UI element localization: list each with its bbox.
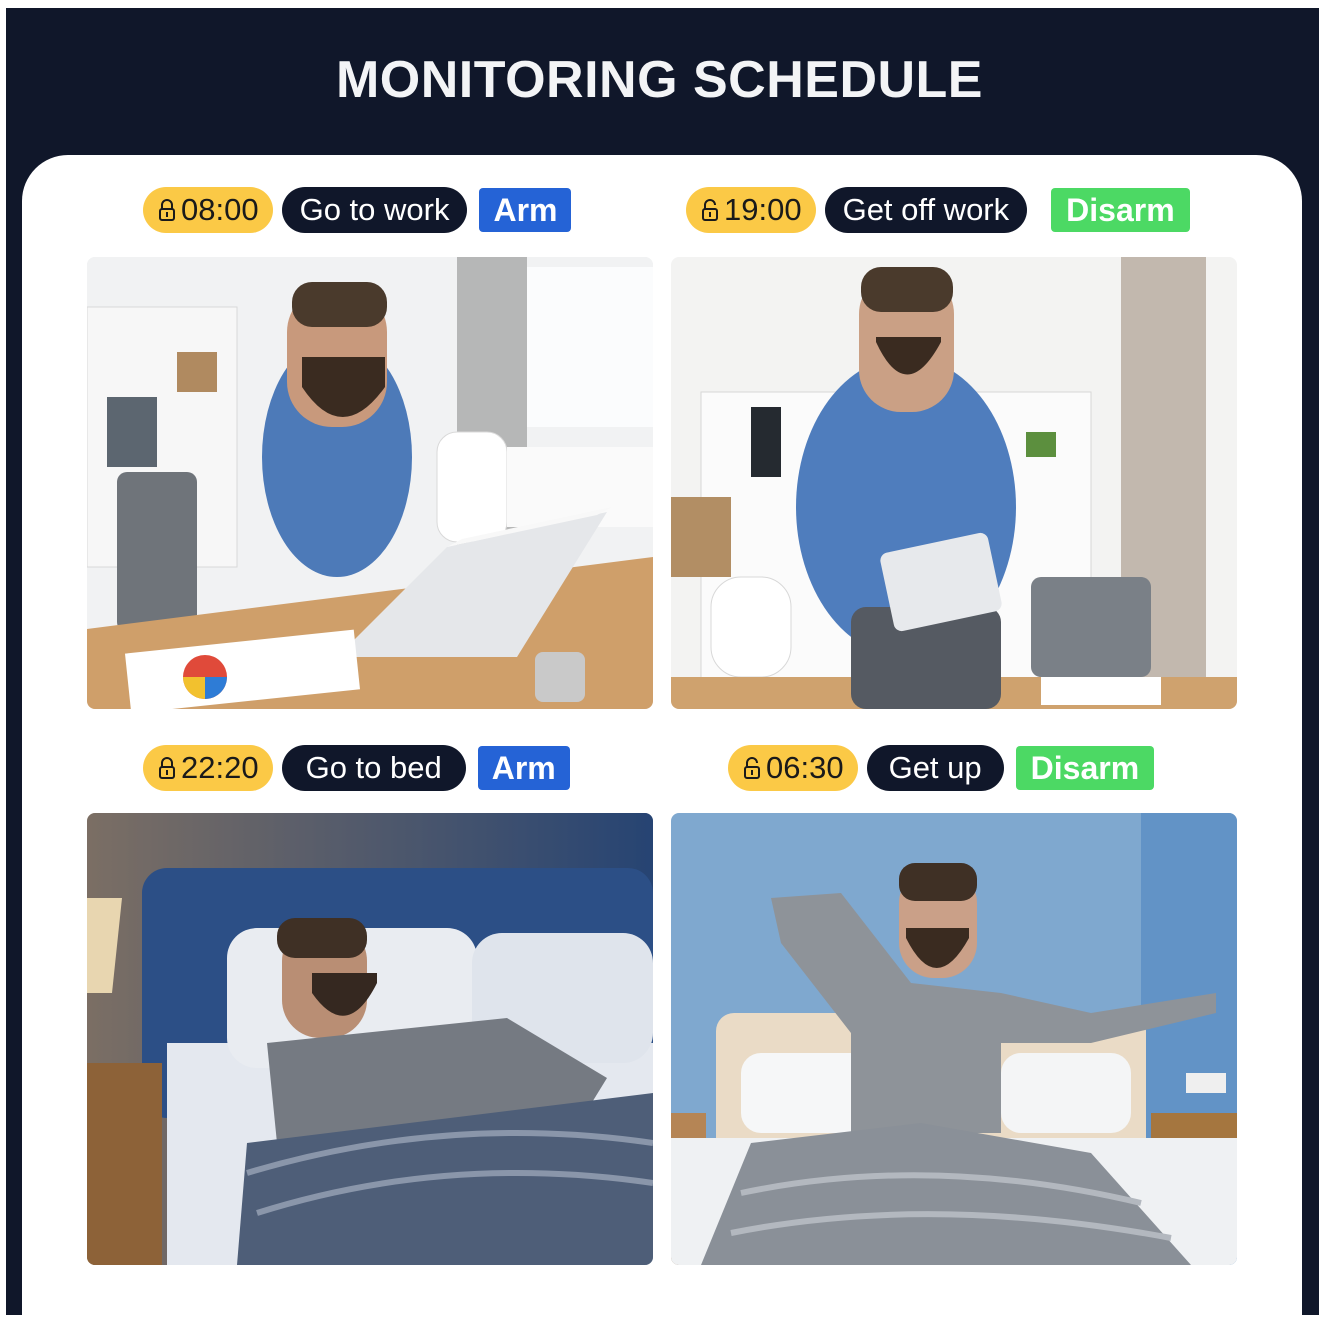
arm-badge: Arm (479, 188, 572, 232)
schedule-item-get-up: 06:30 Get up Disarm (728, 745, 1155, 791)
photo-waking-up (671, 813, 1237, 1265)
time-text: 08:00 (181, 192, 259, 227)
time-text: 06:30 (766, 750, 844, 785)
page-title: MONITORING SCHEDULE (335, 51, 983, 109)
event-badge: Get up (866, 745, 1004, 791)
locked-padlock-icon (159, 757, 175, 779)
disarm-badge: Disarm (1051, 188, 1190, 232)
photo-leaving-office (671, 257, 1237, 709)
time-text: 19:00 (724, 192, 802, 227)
event-badge: Go to work (281, 187, 468, 233)
time-badge: 06:30 (728, 745, 858, 791)
locked-padlock-icon (159, 199, 175, 221)
schedule-item-work: 08:00 Go to work Arm (143, 187, 572, 233)
disarm-badge: Disarm (1015, 746, 1155, 790)
photo-sleeping (87, 813, 653, 1265)
unlocked-padlock-icon (744, 757, 760, 779)
arm-badge: Arm (477, 746, 570, 790)
time-badge: 22:20 (143, 745, 273, 791)
time-badge: 19:00 (686, 187, 816, 233)
time-text: 22:20 (181, 750, 259, 785)
event-badge: Go to bed (281, 745, 466, 791)
time-badge: 08:00 (143, 187, 273, 233)
photo-working-at-desk (87, 257, 653, 709)
schedule-item-off-work: 19:00 Get off work Disarm (686, 187, 1190, 233)
event-badge: Get off work (824, 187, 1028, 233)
unlocked-padlock-icon (702, 199, 718, 221)
schedule-item-bed: 22:20 Go to bed Arm (143, 745, 570, 791)
